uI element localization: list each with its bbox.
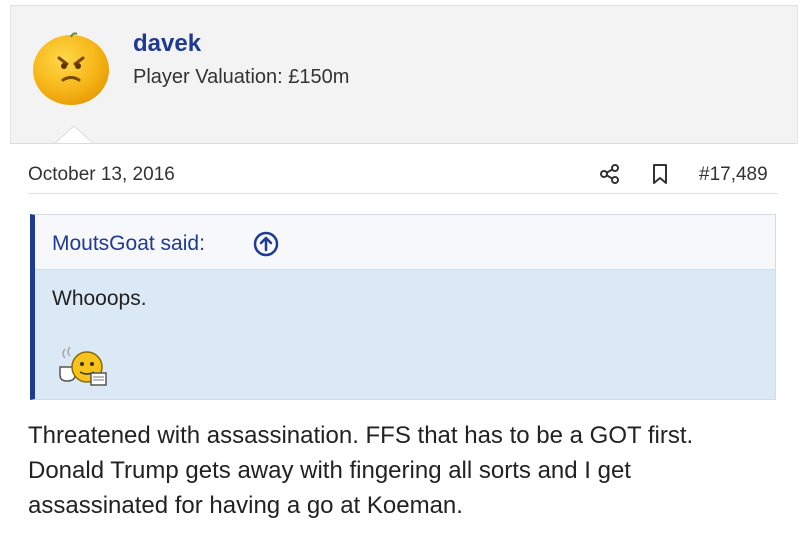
quote-block: MoutsGoat said: Whooops. <box>30 214 776 400</box>
bookmark-icon[interactable] <box>651 163 669 185</box>
author-title: Player Valuation: £150m <box>133 66 350 88</box>
avatar[interactable] <box>31 28 111 108</box>
post-date[interactable]: October 13, 2016 <box>28 164 175 186</box>
quote-text: Whooops. <box>52 287 147 310</box>
post-body: Threatened with assassination. FFS that … <box>28 418 788 523</box>
post-number-link[interactable]: #17,489 <box>699 164 768 186</box>
meta-divider <box>28 193 778 194</box>
author-username[interactable]: davek <box>133 30 201 58</box>
quote-header: MoutsGoat said: <box>35 215 775 270</box>
arrow-up-circle-icon[interactable] <box>253 231 279 257</box>
tea-smiley-icon <box>59 346 107 386</box>
post-body-line: Donald Trump gets away with fingering al… <box>28 457 631 484</box>
post-body-line: Threatened with assassination. FFS that … <box>28 422 694 449</box>
header-divider <box>10 143 796 144</box>
post-author-header: davek Player Valuation: £150m <box>10 5 798 144</box>
share-icon[interactable] <box>599 163 621 185</box>
post-body-line: assassinated for having a go at Koeman. <box>28 492 463 519</box>
quote-author-link[interactable]: MoutsGoat said: <box>52 232 205 256</box>
